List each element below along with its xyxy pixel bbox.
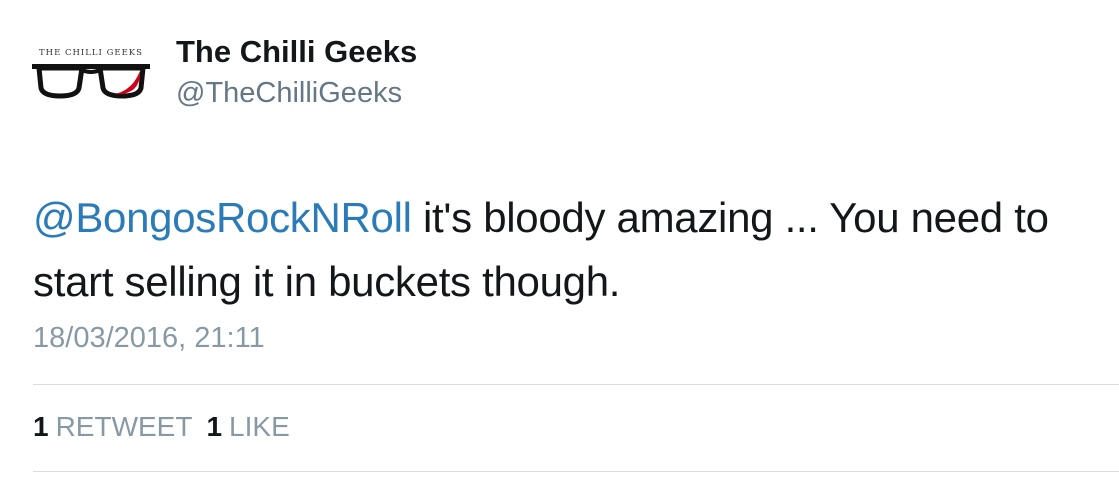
author-handle[interactable]: @TheChilliGeeks [176, 77, 402, 110]
retweets-label: RETWEET [55, 411, 193, 442]
retweets-count: 1 [33, 411, 49, 442]
avatar[interactable]: THE CHILLI GEEKS [30, 44, 152, 104]
author-display-name[interactable]: The Chilli Geeks [176, 34, 417, 70]
tweet-text: @BongosRockNRoll it's bloody amazing ...… [33, 186, 1108, 314]
avatar-logo-text: THE CHILLI GEEKS [39, 48, 143, 58]
tweet-timestamp[interactable]: 18/03/2016, 21:11 [33, 322, 265, 355]
retweets-stat[interactable]: 1 RETWEET [33, 411, 192, 443]
glasses-logo-icon: THE CHILLI GEEKS [32, 48, 150, 99]
divider [33, 384, 1119, 385]
tweet-card: THE CHILLI GEEKS The Chilli Geeks @TheCh… [0, 0, 1119, 477]
mention-link[interactable]: @BongosRockNRoll [33, 194, 412, 241]
divider [33, 471, 1119, 472]
likes-label: LIKE [229, 411, 290, 442]
likes-stat[interactable]: 1 LIKE [206, 411, 289, 443]
likes-count: 1 [206, 411, 223, 442]
tweet-stats: 1 RETWEET 1 LIKE [33, 411, 290, 443]
